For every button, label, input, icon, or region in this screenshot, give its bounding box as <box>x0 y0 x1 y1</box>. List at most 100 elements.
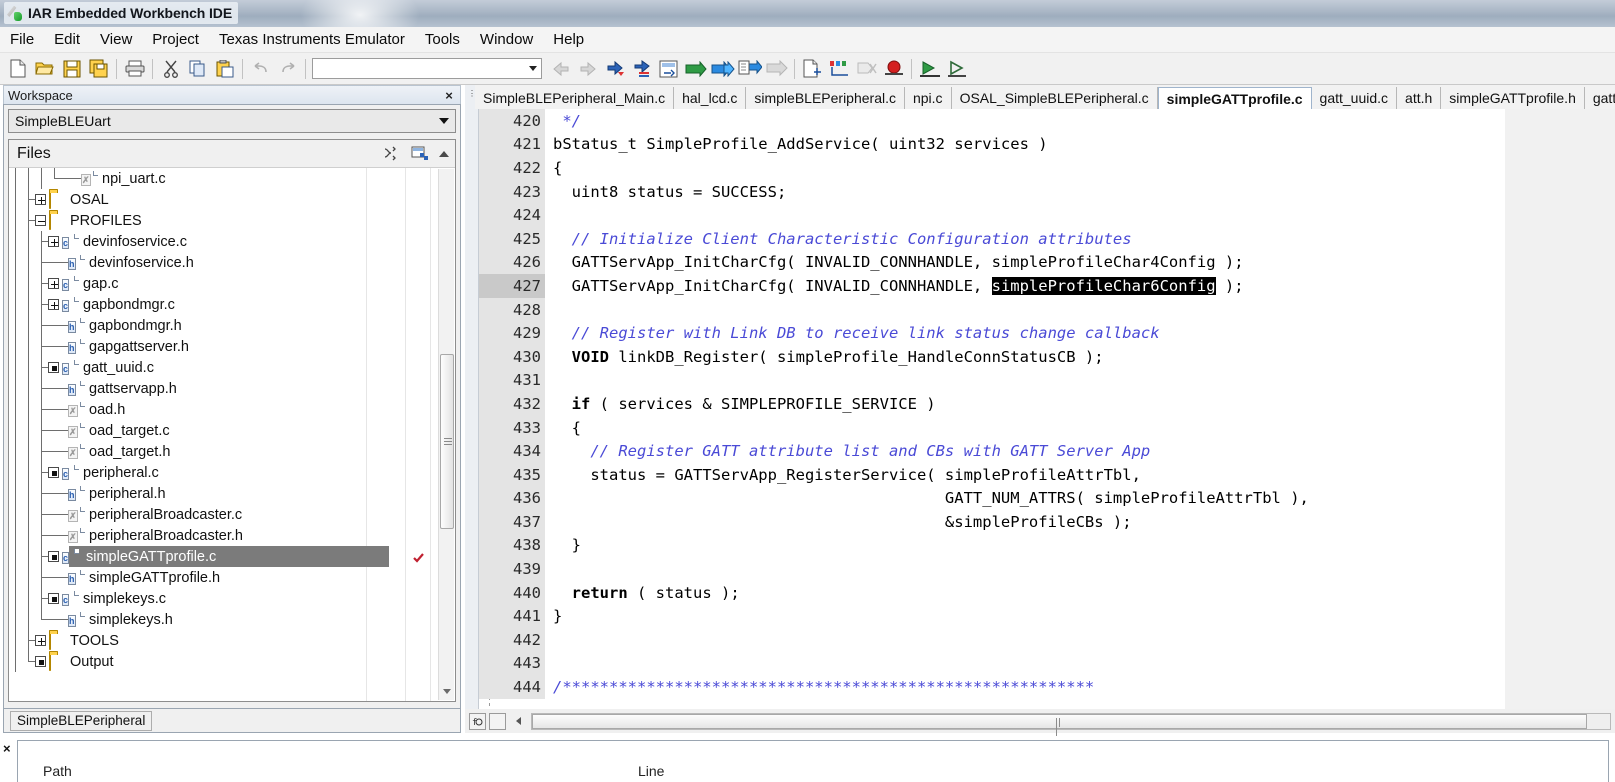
tree-item[interactable]: hgattservapp.h <box>9 378 455 399</box>
menu-item-help[interactable]: Help <box>543 29 594 50</box>
find-next-icon[interactable] <box>574 56 601 82</box>
editor-tab-hal-lcd-c[interactable]: hal_lcd.c <box>674 87 746 109</box>
tree-item[interactable]: cdevinfoservice.c <box>9 231 455 252</box>
collapse-up-icon[interactable] <box>435 142 453 166</box>
code-line[interactable]: 439 <box>479 557 1615 581</box>
sort-toggle-icon[interactable] <box>375 142 405 166</box>
cut-scissors-icon[interactable] <box>157 56 184 82</box>
menu-item-file[interactable]: File <box>0 29 44 50</box>
code-line[interactable]: 421bStatus_t SimpleProfile_AddService( u… <box>479 133 1615 157</box>
close-icon[interactable]: × <box>442 88 456 102</box>
expander-plus-icon[interactable] <box>48 278 59 289</box>
tree-item[interactable]: ✗peripheralBroadcaster.h <box>9 525 455 546</box>
tree-item[interactable]: hgapgattserver.h <box>9 336 455 357</box>
tree-item[interactable]: cperipheral.c <box>9 462 455 483</box>
tree-vertical-scrollbar[interactable] <box>438 169 454 700</box>
download-and-debug-icon[interactable] <box>916 56 943 82</box>
redo-icon[interactable] <box>274 56 301 82</box>
code-line[interactable]: 428 <box>479 298 1615 322</box>
tree-item[interactable]: ✗oad.h <box>9 399 455 420</box>
quick-search-combo[interactable] <box>312 58 542 79</box>
workspace-tab-simplebleperipheral[interactable]: SimpleBLEPeripheral <box>10 711 152 731</box>
tree-item[interactable]: csimplekeys.c <box>9 588 455 609</box>
code-line[interactable]: 440 return ( status ); <box>479 581 1615 605</box>
editor-tab-osal-simplebleperipheral-c[interactable]: OSAL_SimpleBLEPeripheral.c <box>952 87 1158 109</box>
open-folder-icon[interactable] <box>31 56 58 82</box>
code-line[interactable]: 435 status = GATTServApp_RegisterService… <box>479 463 1615 487</box>
stop-debugger-icon[interactable] <box>880 56 907 82</box>
paste-icon[interactable] <box>211 56 238 82</box>
bookmark-toggle-icon[interactable] <box>601 56 628 82</box>
tree-item[interactable]: hgapbondmgr.h <box>9 315 455 336</box>
go-to-function-icon[interactable]: f <box>469 713 486 730</box>
code-line[interactable]: 434 // Register GATT attribute list and … <box>479 439 1615 463</box>
make-icon[interactable] <box>709 56 736 82</box>
editor-tab-simplebleperipheral-c[interactable]: simpleBLEPeripheral.c <box>746 87 905 109</box>
tree-item[interactable]: hdevinfoservice.h <box>9 252 455 273</box>
code-line[interactable]: 437 &simpleProfileCBs ); <box>479 510 1615 534</box>
code-line[interactable]: 436 GATT_NUM_ATTRS( simpleProfileAttrTbl… <box>479 487 1615 511</box>
code-line[interactable]: 423 uint8 status = SUCCESS; <box>479 180 1615 204</box>
code-line[interactable]: 443 <box>479 652 1615 676</box>
scroll-left-button[interactable] <box>510 713 527 730</box>
tree-item[interactable]: OSAL <box>9 189 455 210</box>
tree-scrollbar-thumb[interactable] <box>440 354 454 529</box>
editor-tab-att-h[interactable]: att.h <box>1397 87 1441 109</box>
editor-tab-simplegattprofile-c[interactable]: simpleGATTprofile.c <box>1158 87 1312 109</box>
save-all-icon[interactable] <box>85 56 112 82</box>
insert-file-icon[interactable] <box>799 56 826 82</box>
editor-tab-gatt-h[interactable]: gatt.h <box>1585 87 1615 109</box>
expander-minus-icon[interactable] <box>35 215 46 226</box>
undo-icon[interactable] <box>247 56 274 82</box>
menu-item-texas-instruments-emulator[interactable]: Texas Instruments Emulator <box>209 29 415 50</box>
code-line[interactable]: 424 <box>479 203 1615 227</box>
project-selector-combo[interactable]: SimpleBLEUart <box>8 109 456 133</box>
tree-item[interactable]: ✗peripheralBroadcaster.c <box>9 504 455 525</box>
expander-dot-icon[interactable] <box>35 656 46 667</box>
code-line[interactable]: 432 if ( services & SIMPLEPROFILE_SERVIC… <box>479 392 1615 416</box>
tree-item-selected[interactable]: csimpleGATTprofile.c <box>9 546 455 567</box>
menu-item-window[interactable]: Window <box>470 29 543 50</box>
goto-bookmark-icon[interactable] <box>628 56 655 82</box>
editor-tab-simplebleperipheral-main-c[interactable]: SimpleBLEPeripheral_Main.c <box>475 87 674 109</box>
disable-breakpoints-icon[interactable] <box>853 56 880 82</box>
tree-item[interactable]: Output <box>9 651 455 672</box>
editor-tab-gatt-uuid-c[interactable]: gatt_uuid.c <box>1312 87 1398 109</box>
menu-item-project[interactable]: Project <box>142 29 209 50</box>
editor-horizontal-scrollbar[interactable] <box>531 713 1611 730</box>
tree-item[interactable]: ✗oad_target.h <box>9 441 455 462</box>
expander-dot-icon[interactable] <box>48 593 59 604</box>
tree-item[interactable]: hsimpleGATTprofile.h <box>9 567 455 588</box>
find-previous-icon[interactable] <box>547 56 574 82</box>
code-line[interactable]: 429 // Register with Link DB to receive … <box>479 321 1615 345</box>
tree-item[interactable]: ✗npi_uart.c <box>9 168 455 189</box>
debug-icon[interactable] <box>943 56 970 82</box>
tree-item[interactable]: ✗oad_target.c <box>9 420 455 441</box>
debug-without-download-icon[interactable] <box>763 56 790 82</box>
tree-item[interactable]: hperipheral.h <box>9 483 455 504</box>
editor-tab-npi-c[interactable]: npi.c <box>905 87 952 109</box>
expander-plus-icon[interactable] <box>48 299 59 310</box>
expander-dot-icon[interactable] <box>48 467 59 478</box>
new-document-icon[interactable] <box>4 56 31 82</box>
tree-item[interactable]: PROFILES <box>9 210 455 231</box>
tree-item[interactable]: TOOLS <box>9 630 455 651</box>
code-line[interactable]: 426 GATTServApp_InitCharCfg( INVALID_CON… <box>479 251 1615 275</box>
editor-tab-simplegattprofile-h[interactable]: simpleGATTprofile.h <box>1441 87 1585 109</box>
tree-item[interactable]: cgatt_uuid.c <box>9 357 455 378</box>
close-icon[interactable]: × <box>3 741 11 756</box>
stop-build-icon[interactable] <box>736 56 763 82</box>
editor-hscrollbar-thumb[interactable] <box>532 714 1587 729</box>
code-line[interactable]: 430 VOID linkDB_Register( simpleProfile_… <box>479 345 1615 369</box>
code-line[interactable]: 425 // Initialize Client Characteristic … <box>479 227 1615 251</box>
menu-item-tools[interactable]: Tools <box>415 29 470 50</box>
print-icon[interactable] <box>121 56 148 82</box>
code-line[interactable]: 431 <box>479 369 1615 393</box>
expander-plus-icon[interactable] <box>35 194 46 205</box>
expander-plus-icon[interactable] <box>48 236 59 247</box>
code-line[interactable]: 444/************************************… <box>479 675 1615 699</box>
toggle-panel-icon[interactable] <box>489 713 506 730</box>
code-line[interactable]: 420 */ <box>479 109 1615 133</box>
tree-item[interactable]: cgapbondmgr.c <box>9 294 455 315</box>
menu-item-view[interactable]: View <box>90 29 142 50</box>
